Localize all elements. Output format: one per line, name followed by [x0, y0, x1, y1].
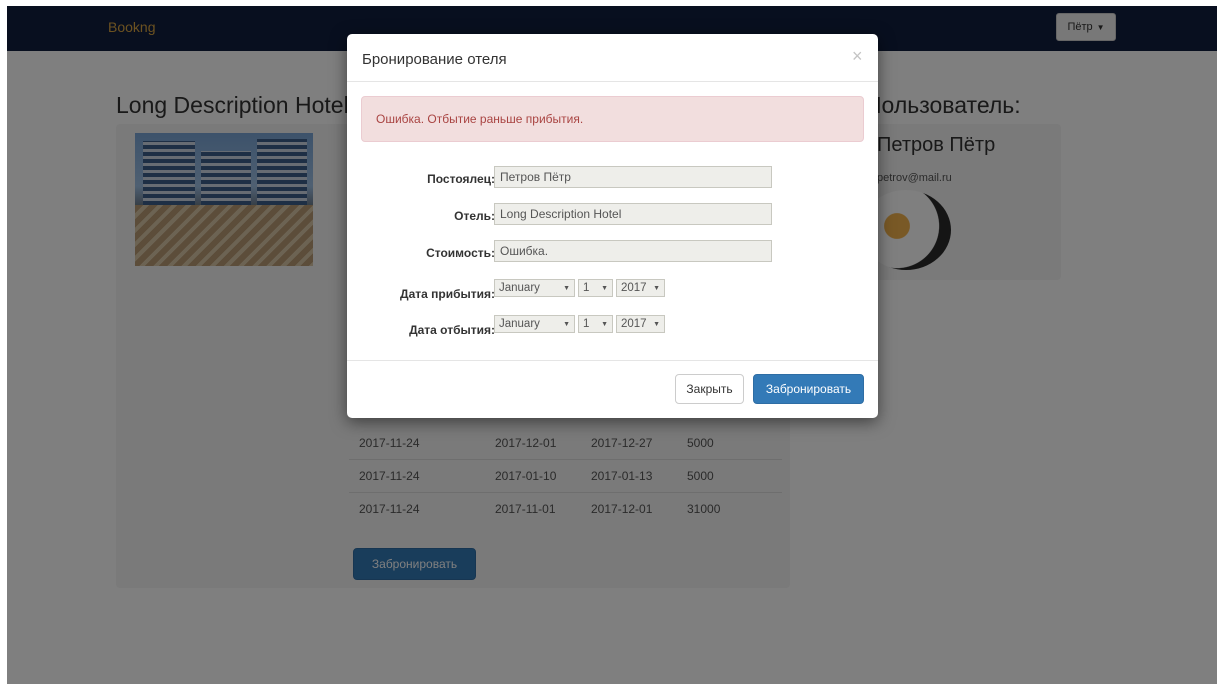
error-alert: Ошибка. Отбытие раньше прибытия. [361, 96, 864, 142]
chevron-down-icon: ▼ [653, 320, 660, 328]
departure-label: Дата отбытия: [409, 323, 495, 337]
departure-year-select[interactable]: 2017 ▼ [616, 315, 665, 333]
cost-label: Стоимость: [426, 246, 495, 260]
arrival-row: Дата прибытия: January ▼ 1 ▼ 2017 ▼ [347, 279, 878, 303]
arrival-year-value: 2017 [621, 282, 647, 294]
cost-field[interactable] [494, 240, 772, 262]
chevron-down-icon: ▼ [653, 284, 660, 292]
modal-footer: Закрыть Забронировать [347, 360, 878, 418]
departure-year-value: 2017 [621, 318, 647, 330]
chevron-down-icon: ▼ [563, 284, 570, 292]
close-button[interactable]: Закрыть [675, 374, 744, 404]
hotel-label: Отель: [454, 209, 495, 223]
hotel-row: Отель: [347, 203, 878, 227]
arrival-day-value: 1 [583, 282, 590, 294]
guest-field[interactable] [494, 166, 772, 188]
arrival-month-select[interactable]: January ▼ [494, 279, 575, 297]
hotel-field[interactable] [494, 203, 772, 225]
arrival-day-select[interactable]: 1 ▼ [578, 279, 613, 297]
close-icon[interactable]: × [852, 46, 863, 67]
booking-modal: Бронирование отеля × Ошибка. Отбытие ран… [347, 34, 878, 418]
chevron-down-icon: ▼ [563, 320, 570, 328]
guest-row: Постоялец: [347, 166, 878, 190]
cost-row: Стоимость: [347, 240, 878, 264]
book-button[interactable]: Забронировать [753, 374, 864, 404]
modal-header: Бронирование отеля × [347, 34, 878, 82]
departure-day-select[interactable]: 1 ▼ [578, 315, 613, 333]
departure-row: Дата отбытия: January ▼ 1 ▼ 2017 ▼ [347, 315, 878, 339]
chevron-down-icon: ▼ [601, 284, 608, 292]
arrival-month-value: January [499, 282, 540, 294]
guest-label: Постоялец: [427, 172, 495, 186]
arrival-label: Дата прибытия: [400, 287, 495, 301]
chevron-down-icon: ▼ [601, 320, 608, 328]
arrival-year-select[interactable]: 2017 ▼ [616, 279, 665, 297]
departure-month-value: January [499, 318, 540, 330]
modal-title: Бронирование отеля [362, 51, 507, 68]
app-frame: Bookng Пётр ▼ Long Description Hotel Пол… [7, 6, 1217, 684]
departure-month-select[interactable]: January ▼ [494, 315, 575, 333]
departure-day-value: 1 [583, 318, 590, 330]
